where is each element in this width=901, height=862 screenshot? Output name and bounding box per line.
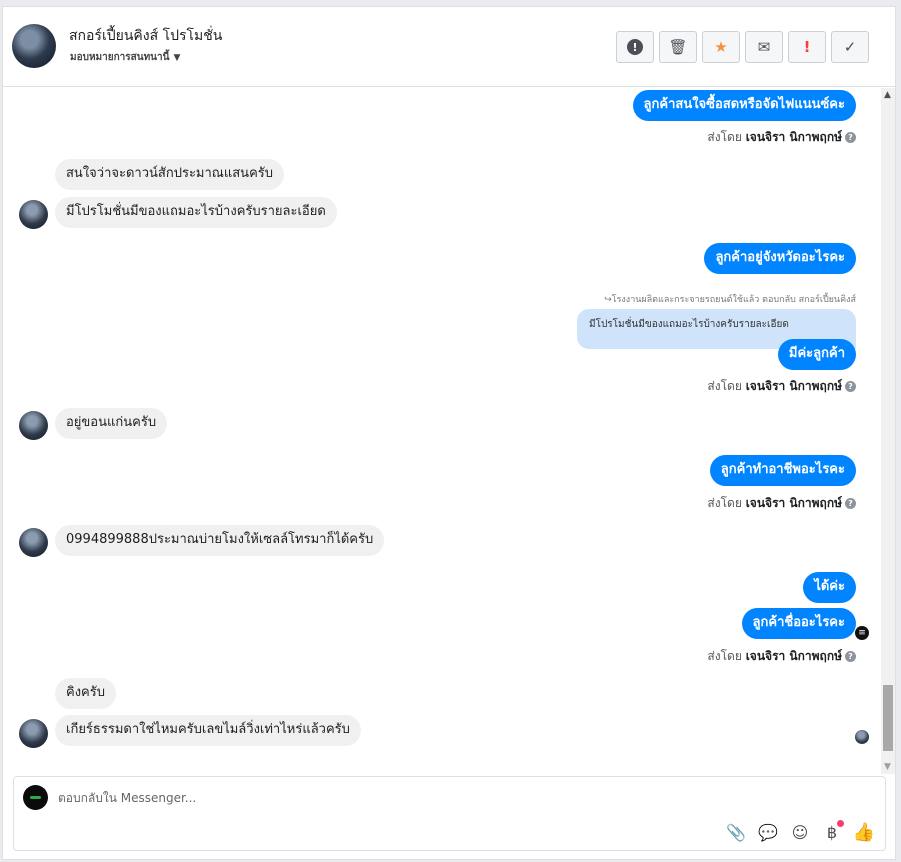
page-avatar	[23, 785, 48, 810]
scroll-down-icon[interactable]: ▼	[884, 762, 891, 772]
message-incoming[interactable]: มีโปรโมชั่นมีของแถมอะไรบ้างครับรายละเอีย…	[55, 197, 337, 228]
message-incoming[interactable]: สนใจว่าจะดาวน์สักประมาณแสนครับ	[55, 159, 284, 190]
saved-replies-button[interactable]: 💬	[757, 821, 779, 843]
mark-unread-icon: ✉	[757, 38, 771, 56]
reply-composer: 📎 💬 ☺ ฿ 👍	[13, 776, 886, 851]
like-button[interactable]: 👍	[853, 821, 875, 843]
done-check-icon: ✓	[843, 38, 857, 56]
help-icon[interactable]: ?	[845, 381, 856, 392]
delete-button[interactable]: 🗑	[659, 31, 697, 63]
contact-avatar-small	[19, 528, 48, 557]
message-incoming[interactable]: อยู่ขอนแก่นครับ	[55, 408, 168, 439]
message-outgoing[interactable]: ลูกค้าสนใจซื้อสดหรือจัดไฟแนนซ์คะ	[632, 90, 856, 121]
reply-note: ↪โรงงานผลิตและกระจายรถยนต์ใช้แล้ว ตอบกลั…	[604, 295, 856, 305]
conversation-header: สกอร์เปี้ยนคิงส์ โปรโมชั่น มอบหมายการสนท…	[3, 7, 895, 87]
scroll-up-icon[interactable]: ▲	[884, 90, 891, 100]
trash-icon: 🗑	[668, 38, 688, 56]
contact-name[interactable]: สกอร์เปี้ยนคิงส์ โปรโมชั่น	[69, 25, 222, 47]
message-outgoing[interactable]: มีค่ะลูกค้า	[777, 339, 856, 370]
sent-by-label: ส่งโดย เจนจิรา นิกาพฤกษ์?	[707, 377, 856, 396]
reply-input[interactable]	[58, 791, 698, 805]
help-icon[interactable]: ?	[845, 498, 856, 509]
message-incoming[interactable]: คิงครับ	[55, 678, 116, 709]
star-button[interactable]: ★	[702, 31, 740, 63]
mark-unread-button[interactable]: ✉	[745, 31, 783, 63]
payment-baht-icon: ฿	[826, 822, 838, 842]
composer-tools: 📎 💬 ☺ ฿ 👍	[715, 820, 875, 843]
like-icon: 👍	[852, 821, 876, 843]
mark-spam-button[interactable]: !	[616, 31, 654, 63]
help-icon[interactable]: ?	[845, 651, 856, 662]
sent-by-label: ส่งโดย เจนจิรา นิกาพฤกษ์?	[707, 494, 856, 513]
message-outgoing[interactable]: ลูกค้าอยู่จังหวัดอะไรคะ	[704, 243, 856, 274]
sent-by-label: ส่งโดย เจนจิรา นิกาพฤกษ์?	[707, 128, 856, 147]
message-outgoing[interactable]: ได้ค่ะ	[803, 572, 856, 603]
seen-emoji-icon: ≡	[855, 626, 869, 640]
contact-avatar-small	[19, 411, 48, 440]
message-thread[interactable]: ลูกค้าสนใจซื้อสดหรือจัดไฟแนนซ์คะ ส่งโดย …	[3, 88, 881, 774]
message-incoming[interactable]: 0994899888ประมาณบ่ายโมงให้เซลล์โทรมาก็ได…	[55, 525, 385, 556]
follow-up-icon: !	[803, 38, 811, 56]
follow-up-button[interactable]: !	[788, 31, 826, 63]
message-incoming[interactable]: เกียร์ธรรมดาใช่ไหมครับเลขไมล์วิ่งเท่าไหร…	[55, 715, 361, 746]
mark-done-button[interactable]: ✓	[831, 31, 869, 63]
notification-dot	[837, 820, 844, 827]
contact-avatar[interactable]	[12, 24, 56, 68]
header-actions: ! 🗑 ★ ✉ ! ✓	[616, 31, 874, 63]
paperclip-icon: 📎	[726, 822, 746, 842]
star-icon: ★	[714, 38, 728, 56]
seen-avatar	[855, 730, 869, 744]
spam-icon: !	[627, 39, 643, 55]
conversation-panel: สกอร์เปี้ยนคิงส์ โปรโมชั่น มอบหมายการสนท…	[2, 6, 896, 860]
assign-conversation-dropdown[interactable]: มอบหมายการสนทนานี้ ▼	[70, 50, 180, 65]
thread-scrollbar[interactable]: ▲ ▼	[881, 88, 895, 774]
contact-avatar-small	[19, 719, 48, 748]
payment-button[interactable]: ฿	[821, 820, 844, 843]
attach-button[interactable]: 📎	[725, 821, 747, 843]
message-outgoing[interactable]: ลูกค้าชื่ออะไรคะ	[741, 608, 856, 639]
assign-label: มอบหมายการสนทนานี้	[70, 52, 170, 63]
sent-by-label: ส่งโดย เจนจิรา นิกาพฤกษ์?	[707, 647, 856, 666]
caret-down-icon: ▼	[173, 53, 181, 63]
saved-replies-icon: 💬	[758, 822, 778, 842]
help-icon[interactable]: ?	[845, 132, 856, 143]
emoji-icon: ☺	[791, 822, 809, 842]
scrollbar-thumb[interactable]	[883, 685, 893, 751]
emoji-button[interactable]: ☺	[789, 821, 811, 843]
message-outgoing[interactable]: ลูกค้าทำอาชีพอะไรคะ	[709, 455, 856, 486]
reply-arrow-icon: ↪	[604, 295, 612, 305]
contact-avatar-small	[19, 200, 48, 229]
